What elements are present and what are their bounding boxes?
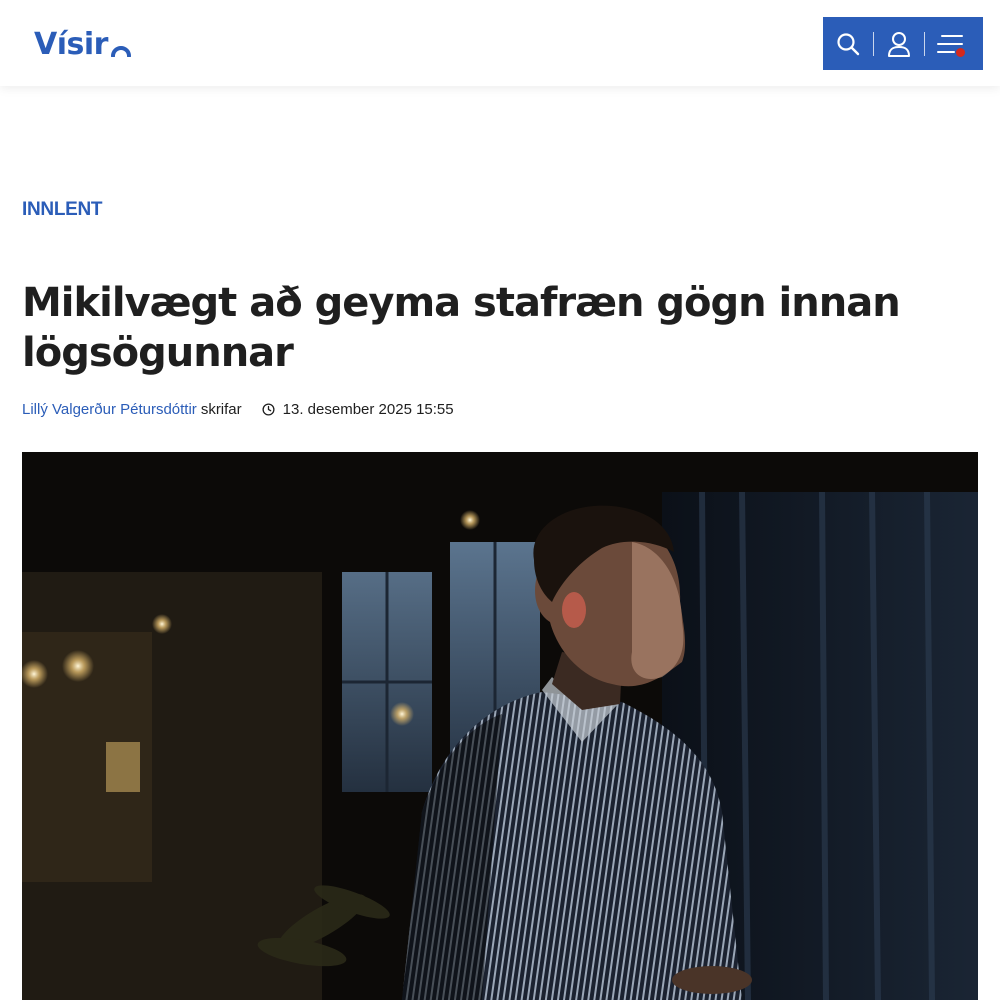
site-header: Vísir (0, 0, 1000, 86)
logo-text: Vísir (34, 27, 108, 62)
article-category[interactable]: INNLENT (22, 199, 103, 221)
author-role: skrifar (200, 400, 242, 418)
publish-date: 13. desember 2025 15:55 (282, 400, 454, 418)
search-button[interactable] (823, 17, 873, 70)
menu-button[interactable] (925, 17, 975, 70)
article-headline: Mikilvægt að geyma stafræn gögn innan lö… (22, 280, 901, 376)
clock-icon (262, 402, 275, 416)
article-byline: Lillý Valgerður Pétursdóttir skrifar 13.… (22, 399, 454, 419)
notification-dot (956, 48, 965, 57)
account-button[interactable] (874, 17, 924, 70)
hero-photo (22, 452, 978, 1000)
author-link[interactable]: Lillý Valgerður Pétursdóttir (22, 401, 197, 418)
user-icon (888, 31, 910, 57)
search-icon (837, 32, 860, 55)
hero-image[interactable] (22, 452, 978, 1000)
header-toolbar (823, 17, 983, 70)
logo-arc-icon (110, 46, 131, 57)
visir-logo[interactable]: Vísir (34, 24, 132, 64)
publish-time: 13. desember 2025 15:55 (262, 401, 454, 418)
